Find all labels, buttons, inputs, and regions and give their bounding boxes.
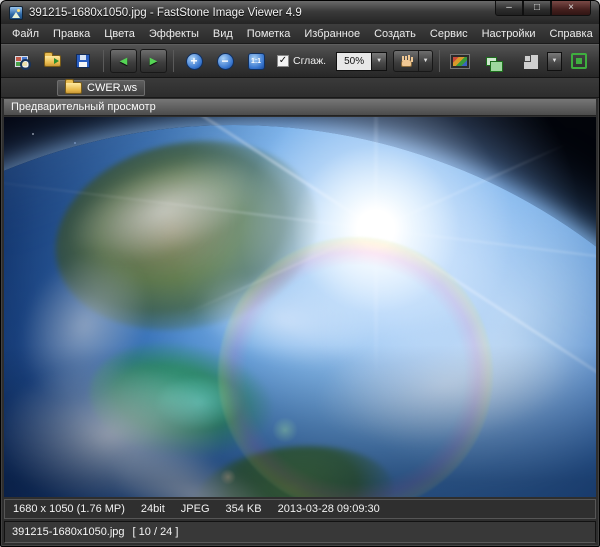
close-button[interactable]: ×	[551, 1, 591, 16]
image-dimensions: 1680 x 1050 (1.76 MP)	[13, 503, 125, 515]
current-filename: 391215-1680x1050.jpg	[12, 526, 125, 538]
zoom-level-select: 50% ▼	[336, 52, 387, 71]
file-size: 354 KB	[226, 503, 262, 515]
hand-tool-group: ▼	[393, 50, 433, 72]
window-title: 391215-1680x1050.jpg - FastStone Image V…	[29, 7, 302, 19]
chevron-down-icon: ▼	[423, 58, 429, 64]
toolbar-right-group: ▼	[516, 48, 593, 74]
image-index: [ 10 / 24 ]	[133, 526, 179, 538]
close-icon: ×	[568, 3, 574, 13]
smooth-checkbox[interactable]: ✓	[277, 55, 289, 67]
menu-item-file[interactable]: Файл	[5, 26, 46, 42]
view-options-button[interactable]	[516, 48, 544, 74]
preview-header: Предварительный просмотр	[4, 99, 596, 116]
app-icon	[9, 6, 23, 20]
menu-item-favorites[interactable]: Избранное	[297, 26, 367, 42]
save-button[interactable]	[69, 48, 97, 74]
maximize-button[interactable]: □	[523, 1, 551, 16]
zoom-out-button[interactable]: −	[211, 48, 239, 74]
actual-size-icon: 1:1	[248, 53, 265, 70]
hand-tool-dropdown-button[interactable]: ▼	[419, 50, 433, 72]
chevron-down-icon: ▼	[552, 58, 558, 64]
smooth-group: ✓ Сглаж.	[277, 55, 326, 67]
menu-item-settings[interactable]: Настройки	[475, 26, 543, 42]
zoom-in-icon: +	[186, 53, 203, 70]
compare-images-button[interactable]	[477, 48, 505, 74]
file-format: JPEG	[181, 503, 210, 515]
previous-image-button[interactable]: ◀	[110, 49, 137, 73]
compare-images-icon	[486, 57, 497, 66]
hand-tool-icon	[401, 60, 412, 67]
folder-icon	[65, 82, 82, 94]
filename-field: 391215-1680x1050.jpg [ 10 / 24 ]	[4, 521, 596, 543]
zoom-out-icon: −	[217, 53, 234, 70]
bit-depth: 24bit	[141, 503, 165, 515]
browser-icon	[14, 55, 29, 68]
statusbar: 1680 x 1050 (1.76 MP) 24bit JPEG 354 KB …	[4, 499, 596, 519]
save-icon	[76, 54, 90, 68]
preview-header-label: Предварительный просмотр	[11, 101, 156, 113]
toolbar: ◀ ▶ + − 1:1 ✓ Сглаж. 50% ▼ ▼ ▼	[1, 44, 599, 78]
smooth-label[interactable]: Сглаж.	[293, 55, 326, 67]
menu-item-view[interactable]: Вид	[206, 26, 240, 42]
file-datetime: 2013-03-28 09:09:30	[278, 503, 380, 515]
current-folder-label: CWER.ws	[87, 82, 137, 94]
slideshow-button[interactable]	[446, 48, 474, 74]
menu-item-edit[interactable]: Правка	[46, 26, 97, 42]
toolbar-separator	[439, 50, 440, 72]
zoom-level-value[interactable]: 50%	[336, 52, 372, 71]
menu-item-tools[interactable]: Сервис	[423, 26, 475, 42]
menu-item-effects[interactable]: Эффекты	[142, 26, 206, 42]
toolbar-separator	[103, 50, 104, 72]
actual-size-button[interactable]: 1:1	[242, 48, 270, 74]
grid-view-icon	[524, 55, 537, 68]
open-folder-icon	[44, 55, 61, 67]
pathbar: CWER.ws	[1, 78, 599, 98]
menu-item-tag[interactable]: Пометка	[240, 26, 298, 42]
zoom-in-button[interactable]: +	[180, 48, 208, 74]
fullscreen-button[interactable]	[565, 48, 593, 74]
hand-tool-button[interactable]	[393, 50, 419, 72]
browser-button[interactable]	[7, 48, 35, 74]
menu-item-help[interactable]: Справка	[543, 26, 600, 42]
next-arrow-icon: ▶	[150, 56, 158, 67]
titlebar[interactable]: 391215-1680x1050.jpg - FastStone Image V…	[1, 1, 599, 24]
open-folder-button[interactable]	[38, 48, 66, 74]
zoom-level-dropdown-button[interactable]: ▼	[372, 52, 387, 71]
next-image-button[interactable]: ▶	[140, 49, 167, 73]
app-window: 391215-1680x1050.jpg - FastStone Image V…	[0, 0, 600, 547]
menu-item-colors[interactable]: Цвета	[97, 26, 142, 42]
maximize-icon: □	[534, 3, 540, 13]
minimize-icon: –	[506, 3, 512, 13]
slideshow-icon	[451, 55, 469, 68]
bottombar: 391215-1680x1050.jpg [ 10 / 24 ]	[4, 521, 596, 543]
previous-arrow-icon: ◀	[120, 56, 128, 67]
fullscreen-icon	[571, 53, 587, 69]
view-options-dropdown-button[interactable]: ▼	[547, 52, 562, 71]
menu-item-create[interactable]: Создать	[367, 26, 423, 42]
menubar: Файл Правка Цвета Эффекты Вид Пометка Из…	[1, 24, 599, 44]
minimize-button[interactable]: –	[495, 1, 523, 16]
image-preview[interactable]	[4, 117, 596, 497]
chevron-down-icon: ▼	[376, 58, 382, 64]
window-controls: – □ ×	[495, 1, 591, 16]
toolbar-separator	[173, 50, 174, 72]
current-folder-item[interactable]: CWER.ws	[57, 80, 145, 96]
vignette	[4, 117, 596, 497]
